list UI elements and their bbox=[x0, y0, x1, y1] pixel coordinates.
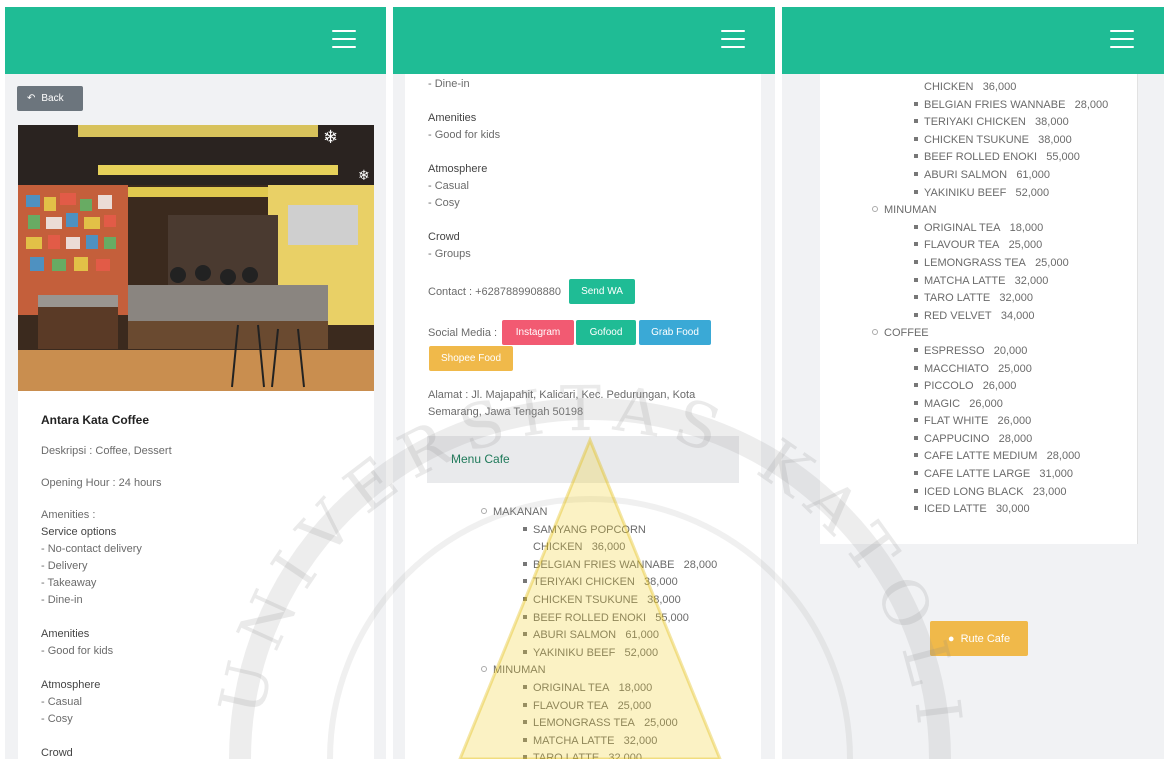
atmosphere-item: - Casual bbox=[428, 180, 469, 192]
top-navbar bbox=[5, 7, 386, 74]
amenities-title: Amenities bbox=[41, 628, 90, 640]
amenities-label: Amenities : bbox=[41, 509, 96, 521]
menu-item: SAMYANG POPCORN bbox=[481, 522, 717, 540]
atmosphere-item: - Casual bbox=[41, 696, 82, 708]
phone-screen-3: CHICKEN 36,000 BELGIAN FRIES WANNABE 28,… bbox=[782, 7, 1164, 759]
menu-item: ORIGINAL TEA 18,000 bbox=[481, 680, 717, 698]
menu-item: MACCHIATO 25,000 bbox=[872, 361, 1108, 379]
top-navbar bbox=[782, 7, 1164, 74]
amenities-item: - Good for kids bbox=[41, 645, 114, 657]
crowd-title: Crowd bbox=[428, 231, 460, 243]
menu-item: ABURI SALMON 61,000 bbox=[872, 167, 1108, 185]
menu-item: FLAVOUR TEA 25,000 bbox=[481, 698, 717, 716]
menu-cafe-title: Menu Cafe bbox=[451, 452, 510, 466]
menu-item: RED VELVET 34,000 bbox=[872, 308, 1108, 326]
atmosphere-item: - Cosy bbox=[428, 197, 460, 209]
address-line-1: Alamat : Jl. Majapahit, Kalicari, Kec. P… bbox=[428, 389, 696, 401]
service-item: - No-contact delivery bbox=[41, 543, 142, 555]
undo-arrow-icon: ↶ bbox=[27, 93, 36, 104]
cafe-name: Antara Kata Coffee bbox=[41, 413, 150, 427]
opening-hour: Opening Hour : 24 hours bbox=[41, 477, 162, 489]
cafe-description: Deskripsi : Coffee, Dessert bbox=[41, 445, 172, 457]
send-wa-button[interactable]: Send WA bbox=[569, 279, 635, 304]
menu-item: CAPPUCINO 28,000 bbox=[872, 431, 1108, 449]
menu-item: ICED LATTE 30,000 bbox=[872, 501, 1108, 519]
social-media-label: Social Media : bbox=[428, 327, 498, 339]
menu-list: CHICKEN 36,000 BELGIAN FRIES WANNABE 28,… bbox=[872, 79, 1108, 519]
menu-item-cont: CHICKEN 36,000 bbox=[533, 541, 626, 554]
amenities-item: - Good for kids bbox=[428, 129, 501, 141]
hamburger-menu-icon[interactable] bbox=[1110, 30, 1134, 48]
hamburger-menu-icon[interactable] bbox=[332, 30, 356, 48]
service-options-title: Service options bbox=[41, 526, 117, 538]
contact-number: Contact : +6287889908880 bbox=[428, 286, 562, 298]
menu-cafe-header: Menu Cafe bbox=[427, 436, 739, 483]
menu-category: MINUMAN bbox=[872, 202, 1108, 220]
menu-item: BELGIAN FRIES WANNABE 28,000 bbox=[872, 97, 1108, 115]
menu-item: ESPRESSO 20,000 bbox=[872, 343, 1108, 361]
rute-cafe-button[interactable]: ● Rute Cafe bbox=[930, 621, 1028, 656]
menu-item: BEEF ROLLED ENOKI 55,000 bbox=[872, 149, 1108, 167]
menu-category: COFFEE bbox=[872, 325, 1108, 343]
amenities-title: Amenities bbox=[428, 112, 477, 124]
hamburger-menu-icon[interactable] bbox=[721, 30, 745, 48]
service-item: - Takeaway bbox=[41, 577, 97, 589]
menu-item: MATCHA LATTE 32,000 bbox=[481, 733, 717, 751]
menu-item: ORIGINAL TEA 18,000 bbox=[872, 220, 1108, 238]
cafe-photo: ❄ ❄ bbox=[18, 125, 374, 391]
address-line-2: Semarang, Jawa Tengah 50198 bbox=[428, 406, 584, 418]
menu-item: TARO LATTE 32,000 bbox=[481, 750, 717, 759]
menu-item: LEMONGRASS TEA 25,000 bbox=[872, 255, 1108, 273]
menu-item: CHICKEN TSUKUNE 38,000 bbox=[481, 592, 717, 610]
menu-item: CAFE LATTE LARGE 31,000 bbox=[872, 466, 1108, 484]
menu-item: MATCHA LATTE 32,000 bbox=[872, 273, 1108, 291]
menu-item: CAFE LATTE MEDIUM 28,000 bbox=[872, 448, 1108, 466]
atmosphere-title: Atmosphere bbox=[428, 163, 488, 175]
menu-item-cont: CHICKEN 36,000 bbox=[924, 81, 1017, 93]
menu-item: TERIYAKI CHICKEN 38,000 bbox=[481, 574, 717, 592]
atmosphere-title: Atmosphere bbox=[41, 679, 101, 691]
menu-item: CHICKEN TSUKUNE 38,000 bbox=[872, 132, 1108, 150]
grabfood-button[interactable]: Grab Food bbox=[639, 320, 711, 345]
menu-item: MAGIC 26,000 bbox=[872, 396, 1108, 414]
service-item: - Delivery bbox=[41, 560, 88, 572]
menu-item: BELGIAN FRIES WANNABE 28,000 bbox=[481, 557, 717, 575]
gofood-button[interactable]: Gofood bbox=[576, 320, 636, 345]
svg-text:❄: ❄ bbox=[323, 127, 338, 148]
menu-category: MINUMAN bbox=[481, 662, 717, 680]
menu-item: LEMONGRASS TEA 25,000 bbox=[481, 715, 717, 733]
crowd-title: Crowd bbox=[41, 747, 73, 759]
service-item: - Dine-in bbox=[41, 594, 83, 606]
service-item: - Dine-in bbox=[428, 78, 470, 90]
menu-item: ICED LONG BLACK 23,000 bbox=[872, 484, 1108, 502]
map-pin-icon: ● bbox=[947, 632, 955, 645]
menu-item: YAKINIKU BEEF 52,000 bbox=[481, 645, 717, 663]
atmosphere-item: - Cosy bbox=[41, 713, 73, 725]
menu-item: ABURI SALMON 61,000 bbox=[481, 627, 717, 645]
menu-list: MAKANAN SAMYANG POPCORN CHICKEN 36,000 B… bbox=[481, 504, 717, 759]
cafe-interior-illustration: ❄ ❄ bbox=[18, 125, 374, 391]
menu-item: BEEF ROLLED ENOKI 55,000 bbox=[481, 610, 717, 628]
menu-item: TERIYAKI CHICKEN 38,000 bbox=[872, 114, 1108, 132]
instagram-button[interactable]: Instagram bbox=[502, 320, 574, 345]
rute-cafe-label: Rute Cafe bbox=[960, 632, 1011, 645]
menu-item: FLAT WHITE 26,000 bbox=[872, 413, 1108, 431]
menu-item: PICCOLO 26,000 bbox=[872, 378, 1108, 396]
phone-screen-2: - Dine-in Amenities - Good for kids Atmo… bbox=[393, 7, 775, 759]
shopeefood-button[interactable]: Shopee Food bbox=[429, 346, 513, 371]
top-navbar bbox=[393, 7, 775, 74]
menu-item: YAKINIKU BEEF 52,000 bbox=[872, 185, 1108, 203]
menu-category: MAKANAN bbox=[481, 504, 717, 522]
crowd-item: - Groups bbox=[428, 248, 471, 260]
back-button[interactable]: ↶ Back bbox=[17, 86, 83, 111]
phone-screen-1: ↶ Back ❄ ❄ Antara Kata Coffee Deskripsi … bbox=[5, 7, 386, 759]
menu-item: TARO LATTE 32,000 bbox=[872, 290, 1108, 308]
svg-text:❄: ❄ bbox=[358, 168, 370, 184]
back-button-label: Back bbox=[41, 93, 64, 104]
menu-item: FLAVOUR TEA 25,000 bbox=[872, 237, 1108, 255]
